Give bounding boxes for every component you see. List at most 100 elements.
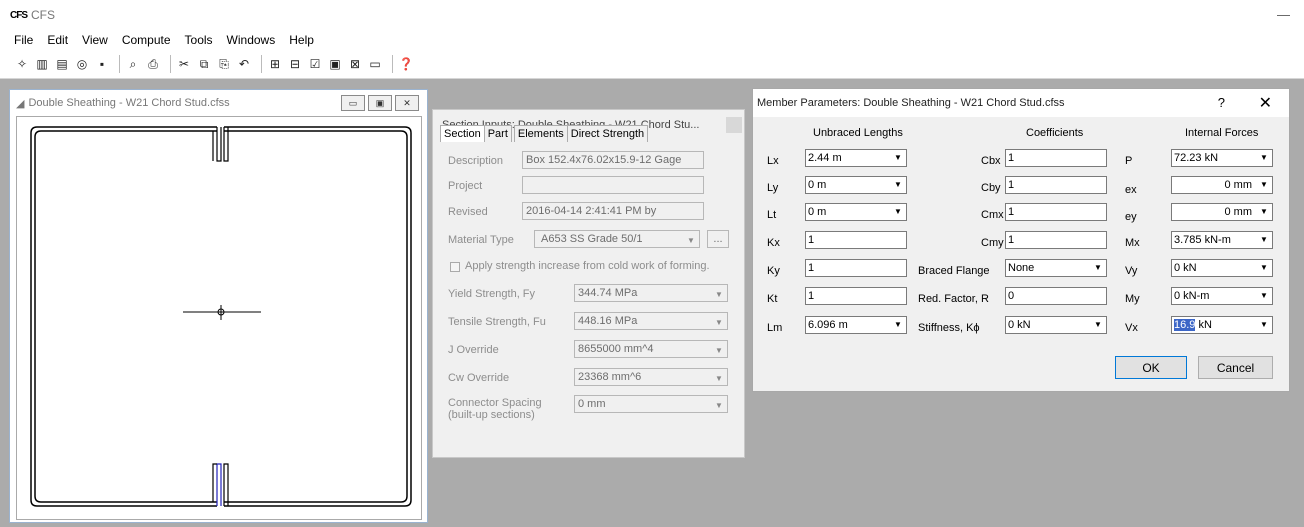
mx-label: Mx [1125, 237, 1140, 249]
member-parameters-title: Member Parameters: Double Sheathing - W2… [753, 89, 1289, 117]
lx-field[interactable]: 2.44 m ▼ [805, 149, 907, 167]
save-icon[interactable]: ▪ [94, 56, 110, 72]
dropdown-arrow-icon: ▼ [715, 346, 723, 355]
lt-field[interactable]: 0 m ▼ [805, 203, 907, 221]
cby-field[interactable]: 1 [1005, 176, 1107, 194]
dropdown-arrow-icon[interactable]: ▼ [891, 178, 905, 192]
report-icon[interactable]: ▣ [327, 56, 343, 72]
tab-direct-strength[interactable]: Direct Strength [566, 125, 649, 142]
lt-value: 0 m [808, 206, 827, 218]
close-button[interactable] [726, 117, 742, 133]
description-field[interactable]: Box 152.4x76.02x15.9-12 Gage [522, 151, 704, 169]
dropdown-arrow-icon[interactable]: ▼ [1257, 261, 1271, 275]
braced-flange-select[interactable]: None ▼ [1005, 259, 1107, 277]
material-select[interactable]: A653 SS Grade 50/1 ▼ [534, 230, 700, 248]
ly-value: 0 m [808, 179, 827, 191]
help-icon[interactable]: ❓ [398, 56, 414, 72]
close-button[interactable]: ✕ [395, 95, 419, 111]
dropdown-arrow-icon[interactable]: ▼ [1257, 205, 1271, 219]
tab-elements[interactable]: Elements [513, 125, 568, 142]
print-preview-icon[interactable]: ⌕ [125, 56, 141, 72]
undo-icon[interactable]: ↶ [236, 56, 252, 72]
project-field[interactable] [522, 176, 704, 194]
graph-icon[interactable]: ⊠ [347, 56, 363, 72]
revised-field[interactable]: 2016-04-14 2:41:41 PM by [522, 202, 704, 220]
menu-view[interactable]: View [82, 33, 108, 47]
mx-field[interactable]: 3.785 kN-m ▼ [1171, 231, 1273, 249]
export-icon[interactable]: ◎ [74, 56, 90, 72]
section-outline [224, 130, 408, 503]
menu-help[interactable]: Help [289, 33, 314, 47]
red-factor-field[interactable]: 0 [1005, 287, 1107, 305]
menu-bar: File Edit View Compute Tools Windows Hel… [0, 30, 1304, 50]
cold-work-checkbox[interactable] [450, 262, 460, 272]
ky-field[interactable]: 1 [805, 259, 907, 277]
kx-field[interactable]: 1 [805, 231, 907, 249]
connector-spacing-sublabel: (built-up sections) [448, 409, 535, 421]
help-button[interactable]: ? [1218, 95, 1225, 110]
ok-button[interactable]: OK [1115, 356, 1187, 379]
copy-icon[interactable]: ⧉ [196, 56, 212, 72]
dropdown-arrow-icon[interactable]: ▼ [1091, 261, 1105, 275]
toolbar-divider [119, 55, 120, 73]
cmx-label: Cmx [981, 209, 1004, 221]
new-icon[interactable]: ✧ [14, 56, 30, 72]
my-field[interactable]: 0 kN-m ▼ [1171, 287, 1273, 305]
menu-windows[interactable]: Windows [227, 33, 276, 47]
j-override-field[interactable]: 8655000 mm^4 ▼ [574, 340, 728, 358]
dropdown-arrow-icon[interactable]: ▼ [891, 151, 905, 165]
cbx-field[interactable]: 1 [1005, 149, 1107, 167]
vy-field[interactable]: 0 kN ▼ [1171, 259, 1273, 277]
menu-file[interactable]: File [14, 33, 33, 47]
open-icon[interactable]: ▤ [54, 56, 70, 72]
kt-field[interactable]: 1 [805, 287, 907, 305]
cancel-button[interactable]: Cancel [1198, 356, 1273, 379]
lm-field[interactable]: 6.096 m ▼ [805, 316, 907, 334]
tab-section[interactable]: Section [440, 125, 485, 142]
maximize-button[interactable]: ▣ [368, 95, 392, 111]
lx-label: Lx [767, 155, 779, 167]
close-button[interactable]: ✕ [1259, 93, 1272, 113]
menu-tools[interactable]: Tools [185, 33, 213, 47]
vx-field[interactable]: 16.9 kN ▼ [1171, 316, 1273, 334]
dropdown-arrow-icon[interactable]: ▼ [1091, 318, 1105, 332]
material-label: Material Type [448, 234, 514, 246]
connector-spacing-field[interactable]: 0 mm ▼ [574, 395, 728, 413]
tab-part[interactable]: Part [483, 125, 512, 142]
cw-override-field[interactable]: 23368 mm^6 ▼ [574, 368, 728, 386]
window-icon[interactable]: ▭ [367, 56, 383, 72]
braced-flange-label: Braced Flange [918, 265, 990, 277]
dropdown-arrow-icon[interactable]: ▼ [1257, 318, 1271, 332]
dropdown-arrow-icon[interactable]: ▼ [1257, 233, 1271, 247]
fu-label: Tensile Strength, Fu [448, 316, 546, 328]
fu-field[interactable]: 448.16 MPa ▼ [574, 312, 728, 330]
ly-field[interactable]: 0 m ▼ [805, 176, 907, 194]
section-drawing-canvas[interactable] [16, 116, 422, 520]
j-override-value: 8655000 mm^4 [578, 343, 654, 355]
vy-label: Vy [1125, 265, 1138, 277]
ex-field[interactable]: 0 mm ▼ [1171, 176, 1273, 194]
import-icon[interactable]: ▥ [34, 56, 50, 72]
menu-compute[interactable]: Compute [122, 33, 171, 47]
paste-icon[interactable]: ⎘ [216, 56, 232, 72]
dropdown-arrow-icon[interactable]: ▼ [1257, 151, 1271, 165]
p-field[interactable]: 72.23 kN ▼ [1171, 149, 1273, 167]
cmy-field[interactable]: 1 [1005, 231, 1107, 249]
member-icon[interactable]: ⊟ [287, 56, 303, 72]
menu-edit[interactable]: Edit [47, 33, 68, 47]
dropdown-arrow-icon[interactable]: ▼ [891, 318, 905, 332]
stiffness-field[interactable]: 0 kN ▼ [1005, 316, 1107, 334]
section-icon[interactable]: ⊞ [267, 56, 283, 72]
fy-field[interactable]: 344.74 MPa ▼ [574, 284, 728, 302]
check-icon[interactable]: ☑ [307, 56, 323, 72]
dropdown-arrow-icon[interactable]: ▼ [1257, 178, 1271, 192]
print-icon[interactable]: ⎙ [145, 56, 161, 72]
ey-field[interactable]: 0 mm ▼ [1171, 203, 1273, 221]
minimize-button[interactable]: — [1277, 7, 1290, 22]
dropdown-arrow-icon[interactable]: ▼ [1257, 289, 1271, 303]
minimize-button[interactable]: ▭ [341, 95, 365, 111]
material-browse-button[interactable]: ... [707, 230, 729, 248]
dropdown-arrow-icon[interactable]: ▼ [891, 205, 905, 219]
cut-icon[interactable]: ✂ [176, 56, 192, 72]
cmx-field[interactable]: 1 [1005, 203, 1107, 221]
